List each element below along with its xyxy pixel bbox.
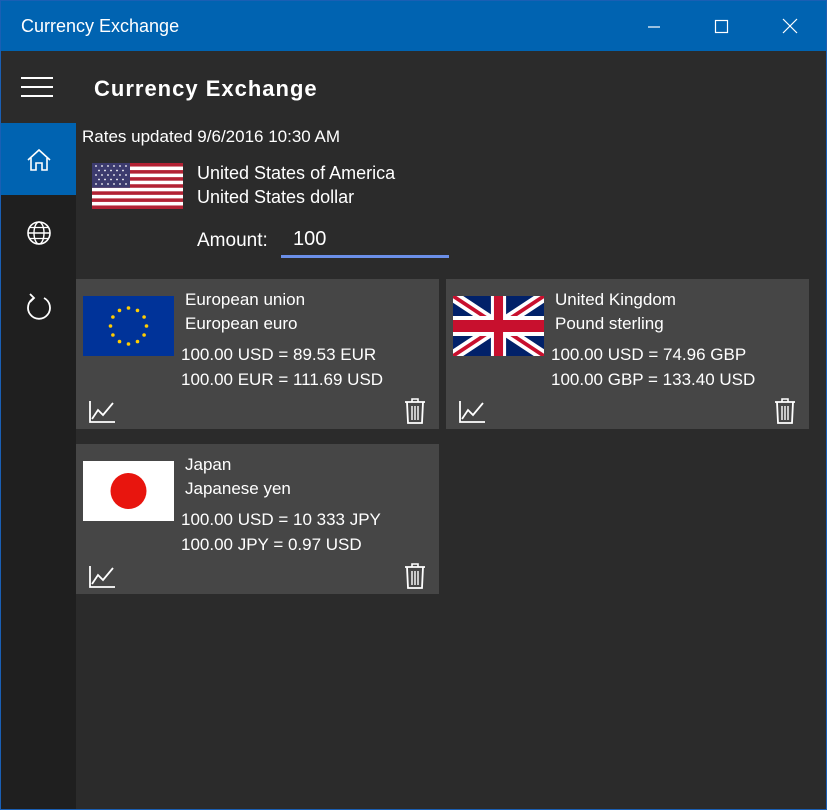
amount-label: Amount:: [197, 230, 268, 251]
delete-icon[interactable]: [404, 398, 426, 424]
window-title: Currency Exchange: [21, 16, 180, 36]
card-country: Japan: [185, 455, 232, 474]
sidebar-item-currencies[interactable]: [1, 195, 76, 267]
us-flag-icon: [92, 163, 183, 209]
eu-flag-icon: [83, 296, 174, 356]
main-content: Rates updated 9/6/2016 10:30 AM United S…: [76, 123, 826, 809]
card-rate-forward: 100.00 USD = 10 333 JPY: [181, 510, 381, 529]
card-currency: Japanese yen: [185, 479, 291, 498]
home-icon: [27, 148, 51, 171]
chart-icon[interactable]: [458, 400, 486, 424]
sidebar-item-refresh[interactable]: [1, 267, 76, 339]
title-bar[interactable]: Currency Exchange: [1, 1, 826, 51]
base-currency: United States dollar: [197, 187, 355, 207]
maximize-button[interactable]: [687, 1, 757, 51]
hamburger-menu-icon[interactable]: [21, 77, 57, 101]
amount-input[interactable]: [281, 224, 449, 258]
minimize-icon: [648, 26, 660, 28]
card-currency: European euro: [185, 314, 298, 333]
card-rate-forward: 100.00 USD = 74.96 GBP: [551, 345, 747, 364]
currency-card-eur[interactable]: European union European euro 100.00 USD …: [76, 279, 439, 429]
sidebar-item-home[interactable]: [1, 123, 76, 195]
maximize-icon: [714, 19, 729, 34]
card-country: European union: [185, 290, 306, 309]
app-title: Currency Exchange: [94, 76, 318, 101]
base-country: United States of America: [197, 163, 396, 183]
delete-icon[interactable]: [774, 398, 796, 424]
chart-icon[interactable]: [88, 400, 116, 424]
currency-card-gbp[interactable]: United Kingdom Pound sterling 100.00 USD…: [446, 279, 809, 429]
card-currency: Pound sterling: [555, 314, 664, 333]
sidebar: [1, 123, 76, 809]
refresh-icon: [27, 293, 51, 320]
globe-icon: [27, 221, 51, 245]
close-icon: [782, 18, 798, 34]
app-header: Currency Exchange: [1, 51, 826, 123]
card-rate-forward: 100.00 USD = 89.53 EUR: [181, 345, 377, 364]
currency-card-jpy[interactable]: Japan Japanese yen 100.00 USD = 10 333 J…: [76, 444, 439, 594]
card-rate-reverse: 100.00 JPY = 0.97 USD: [181, 535, 362, 554]
close-button[interactable]: [755, 1, 825, 51]
minimize-button[interactable]: [619, 1, 689, 51]
card-rate-reverse: 100.00 GBP = 133.40 USD: [551, 370, 756, 389]
japan-flag-icon: [83, 461, 174, 521]
card-rate-reverse: 100.00 EUR = 111.69 USD: [181, 370, 384, 389]
delete-icon[interactable]: [404, 563, 426, 589]
rates-updated-text: Rates updated 9/6/2016 10:30 AM: [82, 127, 341, 146]
chart-icon[interactable]: [88, 565, 116, 589]
uk-flag-icon: [453, 296, 544, 356]
app-window: Currency Exchange Currency Exchange Rate…: [0, 0, 827, 810]
card-country: United Kingdom: [555, 290, 676, 309]
